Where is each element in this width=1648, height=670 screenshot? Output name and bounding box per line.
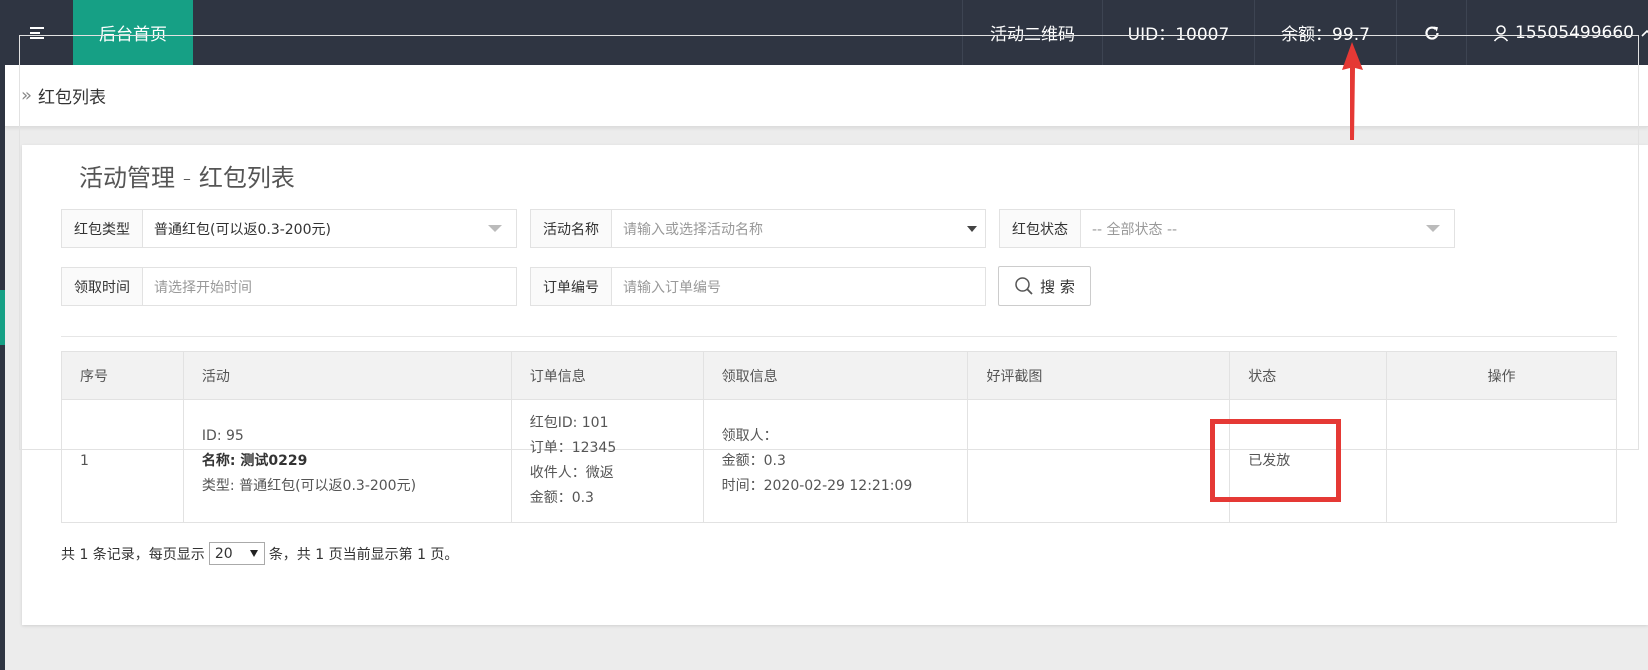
dropdown-caret-icon (967, 226, 977, 232)
activity-id: ID: 95 (201, 427, 244, 444)
receive-person: 领取人： (721, 427, 778, 444)
order-hb-id: 红包ID: 101 (529, 415, 609, 431)
row-index: 1 (61, 399, 184, 523)
start-time-input[interactable]: 请选择开始时间 (143, 268, 516, 305)
order-filter[interactable]: 订单编号 请输入订单编号 (530, 267, 986, 306)
order-amount: 金额：0.3 (529, 490, 594, 506)
chevron-up-icon (1640, 28, 1648, 38)
redpacket-table: 序号 活动 订单信息 领取信息 好评截图 状态 操作 1 ID: 95 名称: … (61, 351, 1617, 523)
status-select[interactable]: -- 全部状态 -- (1081, 210, 1454, 247)
order-filter-label: 订单编号 (531, 268, 612, 305)
activity-filter-label: 活动名称 (531, 210, 612, 247)
status-filter[interactable]: 红包状态 -- 全部状态 -- (999, 209, 1455, 248)
col-activity: 活动 (182, 351, 512, 400)
activity-name: 名称: 测试0229 (201, 452, 308, 469)
order-number-input[interactable]: 请输入订单编号 (612, 268, 985, 305)
search-icon (1014, 276, 1034, 296)
page-size-value: 20 (214, 545, 233, 562)
row-screenshot (967, 399, 1231, 523)
dropdown-caret-icon (1426, 225, 1440, 232)
activity-name-input[interactable]: 请输入或选择活动名称 (612, 210, 985, 247)
type-select-value: 普通红包(可以返0.3-200元) (154, 221, 331, 238)
page-title: 活动管理 - 红包列表 (63, 158, 311, 193)
pager-suffix: 条，共 1 页当前显示第 1 页。 (268, 546, 459, 563)
receive-time: 时间：2020-02-29 12:21:09 (721, 477, 913, 494)
pagination: 共 1 条记录，每页显示 20 条，共 1 页当前显示第 1 页。 (61, 542, 458, 565)
pager-prefix: 共 1 条记录，每页显示 (61, 546, 205, 563)
balance-annotation-arrow (1342, 42, 1363, 140)
search-button[interactable]: 搜 索 (998, 266, 1091, 306)
row-actions (1386, 399, 1617, 523)
start-time-placeholder: 请选择开始时间 (154, 279, 252, 296)
order-number: 订单：12345 (529, 440, 617, 456)
receive-amount: 金额：0.3 (721, 452, 786, 469)
col-screenshot: 好评截图 (967, 351, 1231, 400)
col-receive: 领取信息 (702, 351, 969, 400)
divider (61, 336, 1617, 337)
table-row: 1 ID: 95 名称: 测试0229 类型: 普通红包(可以返0.3-200元… (61, 399, 1617, 523)
row-order: 红包ID: 101 订单：12345 收件人：微返 金额：0.3 (510, 399, 704, 523)
status-select-placeholder: -- 全部状态 -- (1092, 221, 1178, 238)
row-activity: ID: 95 名称: 测试0229 类型: 普通红包(可以返0.3-200元) (182, 399, 512, 523)
time-filter-label: 领取时间 (62, 268, 143, 305)
sidebar-edge (0, 65, 5, 670)
search-button-label: 搜 索 (1040, 277, 1075, 296)
status-filter-label: 红包状态 (1000, 210, 1081, 247)
type-filter-label: 红包类型 (62, 210, 143, 247)
order-receiver: 收件人：微返 (529, 465, 614, 481)
activity-type: 类型: 普通红包(可以返0.3-200元) (201, 477, 417, 494)
col-order: 订单信息 (510, 351, 704, 400)
status-highlight-box (1210, 419, 1341, 502)
row-receive: 领取人： 金额：0.3 时间：2020-02-29 12:21:09 (702, 399, 969, 523)
order-number-placeholder: 请输入订单编号 (623, 279, 721, 296)
type-select[interactable]: 普通红包(可以返0.3-200元) (143, 210, 516, 247)
dropdown-caret-icon (249, 550, 258, 557)
time-filter[interactable]: 领取时间 请选择开始时间 (61, 267, 517, 306)
col-index: 序号 (61, 351, 184, 400)
activity-filter[interactable]: 活动名称 请输入或选择活动名称 (530, 209, 986, 248)
table-header-row: 序号 活动 订单信息 领取信息 好评截图 状态 操作 (61, 351, 1617, 400)
activity-name-placeholder: 请输入或选择活动名称 (623, 221, 763, 238)
page-size-select[interactable]: 20 (208, 542, 265, 565)
col-actions: 操作 (1386, 351, 1617, 400)
type-filter[interactable]: 红包类型 普通红包(可以返0.3-200元) (61, 209, 517, 248)
col-status: 状态 (1229, 351, 1388, 400)
dropdown-caret-icon (488, 225, 502, 232)
